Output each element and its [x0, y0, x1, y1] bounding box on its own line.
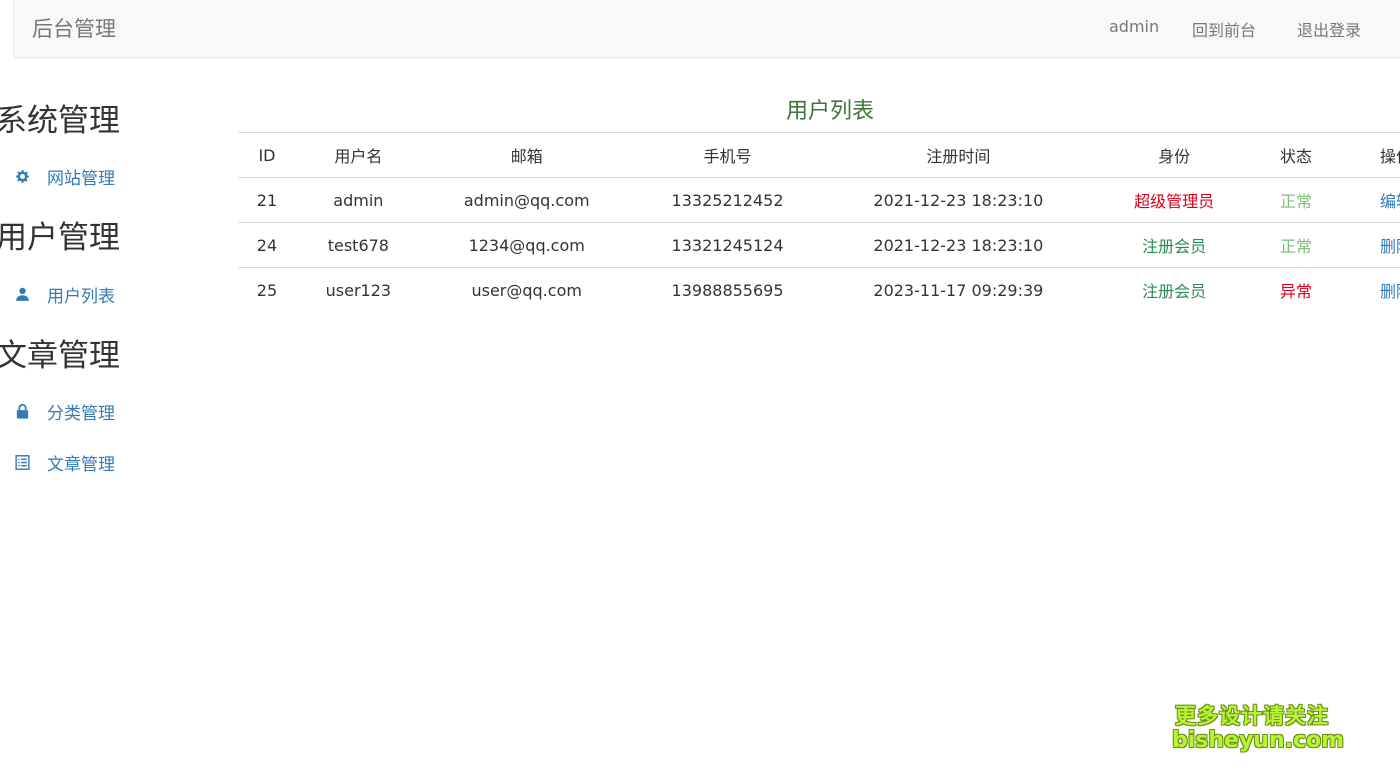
user-table: ID 用户名 邮箱 手机号 注册时间 身份 状态 操作 21 admin adm…	[238, 132, 1400, 313]
cell-email: admin@qq.com	[463, 190, 590, 210]
column-header-role: 身份	[1094, 132, 1255, 178]
column-header-id: ID	[238, 132, 296, 178]
sidebar-item-label: 用户列表	[47, 286, 115, 307]
cell-status: 异常	[1254, 267, 1338, 313]
cell-role: 注册会员	[1094, 267, 1255, 313]
cell-registered: 2021-12-23 18:23:10	[873, 190, 1044, 210]
cell-phone: 13325212452	[671, 190, 784, 210]
cell-username: test678	[295, 222, 421, 268]
watermark: 更多设计请关注 bisheyun.com	[1172, 704, 1345, 754]
cell-role: 注册会员	[1094, 222, 1255, 268]
sidebar-item-site-settings[interactable]: 网站管理	[12, 164, 115, 189]
sidebar: 系统管理 网站管理 用户管理 用户列表 文章管理 分类管理 文章管理	[0, 0, 230, 781]
sidebar-item-label: 网站管理	[47, 168, 115, 189]
column-header-username: 用户名	[295, 132, 421, 178]
cell-role: 超级管理员	[1134, 192, 1215, 211]
delete-button[interactable]: 删除	[1380, 237, 1400, 256]
table-row: 21 admin admin@qq.com 13325212452 2021-1…	[238, 178, 1400, 223]
section-title-users: 用户管理	[0, 220, 120, 256]
column-header-status: 状态	[1254, 132, 1338, 178]
sidebar-item-user-list[interactable]: 用户列表	[12, 282, 115, 307]
user-icon	[12, 284, 32, 304]
lock-icon	[12, 401, 32, 421]
sidebar-item-label: 文章管理	[47, 454, 115, 475]
cell-phone: 13988855695	[632, 267, 823, 313]
logout-link[interactable]: 退出登录	[1297, 17, 1361, 41]
section-title-articles: 文章管理	[0, 338, 120, 374]
table-row: 25 user123 user@qq.com 13988855695 2023-…	[238, 267, 1400, 313]
column-header-phone: 手机号	[632, 132, 823, 178]
list-icon	[12, 452, 32, 472]
cell-username: user123	[295, 267, 421, 313]
cell-id: 21	[256, 190, 278, 210]
cell-username: admin	[333, 190, 384, 210]
current-user-link[interactable]: admin	[1109, 17, 1159, 36]
sidebar-item-label: 分类管理	[47, 403, 115, 424]
page-title: 用户列表	[785, 99, 874, 124]
cell-status: 正常	[1254, 222, 1338, 268]
cell-id: 25	[238, 267, 296, 313]
table-row: 24 test678 1234@qq.com 13321245124 2021-…	[238, 222, 1400, 268]
edit-button[interactable]: 编辑	[1380, 192, 1400, 211]
sidebar-item-categories[interactable]: 分类管理	[12, 399, 115, 424]
watermark-line-1: 更多设计请关注	[1175, 704, 1329, 728]
cell-status: 正常	[1280, 192, 1313, 211]
gear-icon	[12, 166, 32, 186]
cell-phone: 13321245124	[632, 222, 823, 268]
column-header-action: 操作	[1338, 132, 1400, 178]
cell-registered: 2021-12-23 18:23:10	[822, 222, 1095, 268]
cell-id: 24	[238, 222, 296, 268]
back-to-frontend-link[interactable]: 回到前台	[1192, 17, 1256, 41]
sidebar-item-articles[interactable]: 文章管理	[12, 450, 115, 475]
section-title-system: 系统管理	[0, 103, 120, 139]
delete-button[interactable]: 删除	[1380, 282, 1400, 301]
column-header-registered: 注册时间	[822, 132, 1095, 178]
cell-email: 1234@qq.com	[420, 222, 633, 268]
column-header-email: 邮箱	[420, 132, 633, 178]
watermark-line-2: bisheyun.com	[1172, 728, 1345, 754]
cell-registered: 2023-11-17 09:29:39	[822, 267, 1095, 313]
cell-email: user@qq.com	[420, 267, 633, 313]
table-header-row: ID 用户名 邮箱 手机号 注册时间 身份 状态 操作	[238, 132, 1400, 178]
